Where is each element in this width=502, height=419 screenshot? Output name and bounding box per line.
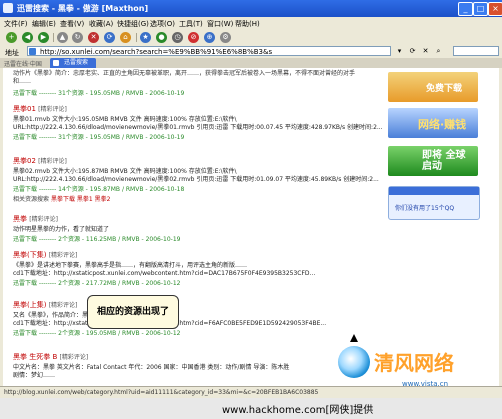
result-title[interactable]: 黑拳01 [精彩评论] [13, 104, 67, 114]
ad-text[interactable]: 即将 全球启动 [422, 150, 472, 172]
result-title[interactable]: 黑拳(上集) [精彩评论] [13, 300, 77, 310]
stop-icon[interactable]: ✕ [88, 32, 99, 43]
qq-header [389, 187, 479, 195]
go-icon[interactable]: ▾ [394, 46, 405, 57]
page-content: 动作片《黑拳》简介：忠厚老实、正直的主角因无辜被革职，离开……，获得拳击冠军后被… [3, 68, 499, 386]
result-meta: 迅雷下载 -------- 31个资源 - 195.05MB / RMVB - … [13, 134, 185, 141]
watermark-brand: 清风网络 [374, 351, 454, 375]
zoom-icon[interactable]: ⊕ [204, 32, 215, 43]
result-title-text[interactable]: 黑拳(上集) [13, 301, 46, 309]
watermark-logo-icon [338, 346, 370, 378]
result-title-text[interactable]: 黑拳 [13, 215, 27, 223]
menu-help[interactable]: 帮助(H) [235, 19, 260, 29]
tab-label[interactable]: 迅雷在线·中国 [4, 59, 42, 68]
tab-active[interactable]: 迅雷搜索 [50, 58, 97, 68]
footer-bar: www.hackhome.com[网侠]提供 [0, 398, 502, 419]
menu-groups[interactable]: 快捷组(G) [117, 19, 149, 29]
toolbar: + ◀ ▶ ▲ ↻ ✕ ⟳ ⌂ ★ ● ◷ ⊘ ⊕ ⚙ [0, 30, 502, 46]
result-url: cd1下载地址：http://xstaticpost.xunlei.com/we… [13, 270, 316, 277]
title-bar: 迅雷搜索 - 黑拳 - 傲游 [Maxthon] _ □ × [0, 0, 502, 17]
related-prefix: 相关资源搜索 [13, 196, 50, 203]
related-link[interactable]: 黑拳下载 [51, 196, 75, 203]
menu-window[interactable]: 窗口(W) [207, 19, 233, 29]
favorites-icon[interactable]: ★ [140, 32, 151, 43]
close-button[interactable]: × [488, 2, 502, 16]
footer-credit: www.hackhome.com[网侠]提供 [222, 405, 374, 416]
tab-bar: 迅雷在线·中国 迅雷搜索 [0, 58, 502, 68]
ad-text[interactable]: 网络·赚钱 [418, 116, 466, 132]
result-file: 动作明星黑拳的力作，看了就知道了 [13, 226, 110, 233]
menu-view[interactable]: 查看(V) [60, 19, 84, 29]
separator [136, 33, 137, 42]
minimize-button[interactable]: _ [458, 2, 473, 16]
menu-file[interactable]: 文件(F) [4, 19, 28, 29]
menu-bar: 文件(F) 编辑(E) 查看(V) 收藏(A) 快捷组(G) 选项(O) 工具(… [0, 17, 502, 30]
related-link[interactable]: 黑拳2 [95, 196, 111, 203]
result-tag[interactable]: [精彩评论] [29, 216, 58, 223]
search-icon[interactable]: ⌕ [433, 46, 444, 57]
result-title-text[interactable]: 黑拳02 [13, 157, 36, 165]
ad-banner[interactable]: 即将 全球启动 [388, 146, 478, 176]
ad-banner[interactable]: 网络·赚钱 [388, 108, 478, 138]
address-input[interactable]: http://so.xunlei.com/search?search=%E9%B… [27, 46, 391, 56]
refresh-page-icon[interactable]: ⟳ [407, 46, 418, 57]
tab-icon [53, 60, 59, 66]
result-meta: 迅雷下载 -------- 31个资源 - 195.05MB / RMVB - … [13, 90, 185, 97]
result-title[interactable]: 黑拳 生死拳 B [精彩评论] [13, 352, 88, 362]
ad-banner[interactable]: 免费下载 [388, 72, 478, 102]
stop-page-icon[interactable]: ✕ [420, 46, 431, 57]
forward-icon[interactable]: ▶ [38, 32, 49, 43]
result-intro: 动作片《黑拳》简介：忠厚老实、正直的主角因无辜被革职，离开……，获得拳击冠军后被… [13, 70, 356, 85]
status-text: http://blog.xunlei.com/web/category.html… [4, 389, 319, 396]
reload-icon[interactable]: ↻ [72, 32, 83, 43]
new-tab-icon[interactable]: + [6, 32, 17, 43]
tools-icon[interactable]: ⚙ [220, 32, 231, 43]
back-icon[interactable]: ◀ [22, 32, 33, 43]
result-tag[interactable]: [精彩评论] [38, 106, 67, 113]
result-meta: 迅雷下载 -------- 2个资源 - 195.05MB / RMVB - 2… [13, 330, 181, 337]
refresh-icon[interactable]: ⟳ [104, 32, 115, 43]
separator [53, 33, 54, 42]
result-title[interactable]: 黑拳 [精彩评论] [13, 214, 58, 224]
result-title[interactable]: 黑拳(下集) [精彩评论] [13, 250, 77, 260]
menu-favorites[interactable]: 收藏(A) [89, 19, 113, 29]
search-input[interactable] [453, 46, 499, 56]
block-icon[interactable]: ⊘ [188, 32, 199, 43]
history-icon[interactable]: ◷ [172, 32, 183, 43]
maximize-button[interactable]: □ [473, 2, 488, 16]
related-links: 相关资源搜索 黑拳下载 黑拳1 黑拳2 [13, 194, 110, 203]
result-meta: 迅雷下载 -------- 2个资源 - 116.25MB / RMVB - 2… [13, 236, 181, 243]
result-tag[interactable]: [精彩评论] [49, 252, 78, 259]
annotation-callout: 相应的资源出现了 [87, 295, 179, 329]
qq-notice[interactable]: 你们没有用了15个QQ [388, 186, 480, 220]
qq-message[interactable]: 你们没有用了15个QQ [395, 203, 454, 212]
address-bar: 地址 http://so.xunlei.com/search?search=%E… [0, 45, 502, 58]
menu-options[interactable]: 选项(O) [150, 19, 175, 29]
window-title: 迅雷搜索 - 黑拳 - 傲游 [Maxthon] [17, 4, 149, 13]
tab-active-label: 迅雷搜索 [64, 59, 89, 66]
result-title-text[interactable]: 黑拳 生死拳 B [13, 353, 57, 361]
result-tag[interactable]: [精彩评论] [49, 302, 78, 309]
app-icon [3, 3, 13, 13]
result-title-text[interactable]: 黑拳01 [13, 105, 36, 113]
menu-tools[interactable]: 工具(T) [179, 19, 203, 29]
result-url: 剧情：梦幻…… [13, 372, 56, 379]
feed-icon[interactable]: ● [156, 32, 167, 43]
related-link[interactable]: 黑拳1 [77, 196, 93, 203]
result-url: URL:http://222.4.130.66/dload/movienewmo… [13, 176, 379, 183]
up-icon[interactable]: ▲ [57, 32, 68, 43]
result-title-text[interactable]: 黑拳(下集) [13, 251, 46, 259]
ad-text[interactable]: 免费下载 [426, 81, 462, 94]
page-icon [29, 48, 36, 55]
result-tag[interactable]: [精彩评论] [60, 354, 89, 361]
address-label: 地址 [5, 49, 19, 57]
home-icon[interactable]: ⌂ [120, 32, 131, 43]
menu-edit[interactable]: 编辑(E) [32, 19, 56, 29]
result-url: URL:http://222.4.130.66/dload/movienewmo… [13, 124, 383, 131]
result-tag[interactable]: [精彩评论] [38, 158, 67, 165]
result-meta: 迅雷下载 -------- 14个资源 - 195.87MB / RMVB - … [13, 186, 185, 193]
result-meta: 迅雷下载 -------- 2个资源 - 217.72MB / RMVB - 2… [13, 280, 181, 287]
result-title[interactable]: 黑拳02 [精彩评论] [13, 156, 67, 166]
